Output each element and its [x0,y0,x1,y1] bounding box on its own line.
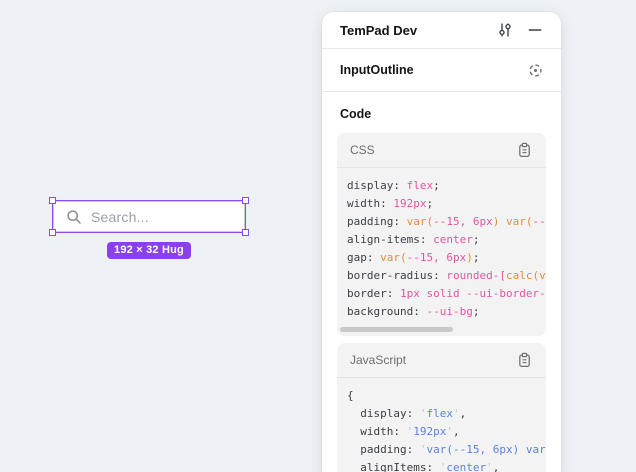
js-code-body[interactable]: { display: 'flex', width: '192px', paddi… [337,378,546,472]
search-placeholder-text: Search... [91,209,149,225]
copy-icon [517,352,532,368]
code-line: display: flex; [347,177,546,195]
locate-button[interactable] [523,58,547,82]
css-horizontal-scrollbar[interactable] [340,327,453,332]
js-card-header: JavaScript [337,343,546,378]
css-code-body[interactable]: display: flex;width: 192px;padding: var(… [337,168,546,336]
selection-handle-top-left[interactable] [49,197,56,204]
panel-header: TemPad Dev [322,12,561,49]
css-card-header: CSS [337,133,546,168]
search-icon [66,209,82,225]
settings-button[interactable] [493,18,517,42]
code-line: align-items: center; [347,231,546,249]
code-line: padding: 'var(--15, 6px) var(--15, 6px)'… [347,441,546,459]
code-line: background: --ui-bg; [347,303,546,321]
locate-icon [528,63,543,78]
code-line: gap: var(--15, 6px); [347,249,546,267]
selection-handle-top-right[interactable] [242,197,249,204]
minimize-icon [528,23,542,37]
code-line: alignItems: 'center', [347,459,546,472]
code-line: display: 'flex', [347,405,546,423]
copy-css-button[interactable] [512,138,536,162]
css-code-card: CSS display: flex;width: 192px;padding: … [337,133,546,336]
selected-component: Search... 192 × 32 Hug [52,200,246,233]
css-card-label: CSS [350,143,512,157]
tempad-dev-panel: TemPad Dev InputOutline [322,12,561,472]
minimize-button[interactable] [523,18,547,42]
panel-title: TemPad Dev [340,23,493,38]
code-line: width: '192px', [347,423,546,441]
js-card-label: JavaScript [350,353,512,367]
selection-handle-bottom-left[interactable] [49,229,56,236]
code-line: width: 192px; [347,195,546,213]
sliders-icon [497,22,513,38]
selected-node-row: InputOutline [322,49,561,92]
js-code-card: JavaScript { display: 'flex', width: '19… [337,343,546,472]
code-line: border-radius: rounded-[calc(var(--radiu… [347,267,546,285]
code-section-label: Code [322,92,561,133]
code-line: border: 1px solid --ui-border-color; [347,285,546,303]
selection-handle-bottom-right[interactable] [242,229,249,236]
size-badge: 192 × 32 Hug [107,242,191,259]
component-name: InputOutline [340,63,523,77]
search-input-component[interactable]: Search... [53,201,245,232]
code-line: { [347,387,546,405]
code-line: padding: var(--15, 6px) var(--15, 6px); [347,213,546,231]
copy-js-button[interactable] [512,348,536,372]
copy-icon [517,142,532,158]
